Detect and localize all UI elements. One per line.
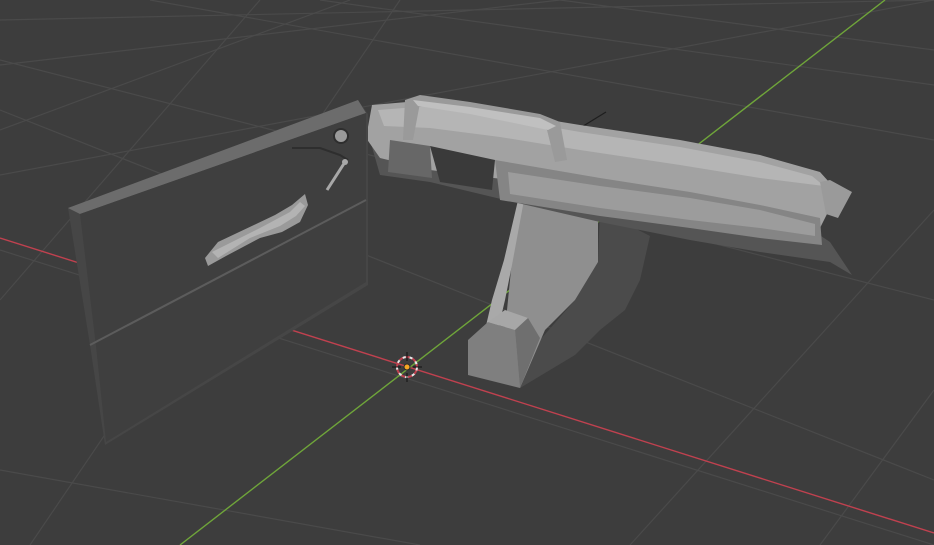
window-lever-pivot bbox=[342, 159, 348, 165]
lock-knob[interactable] bbox=[333, 128, 349, 144]
viewport-canvas[interactable] bbox=[0, 0, 934, 545]
object-origin bbox=[403, 363, 411, 371]
3d-viewport[interactable] bbox=[0, 0, 934, 545]
door-panel[interactable] bbox=[68, 100, 368, 445]
